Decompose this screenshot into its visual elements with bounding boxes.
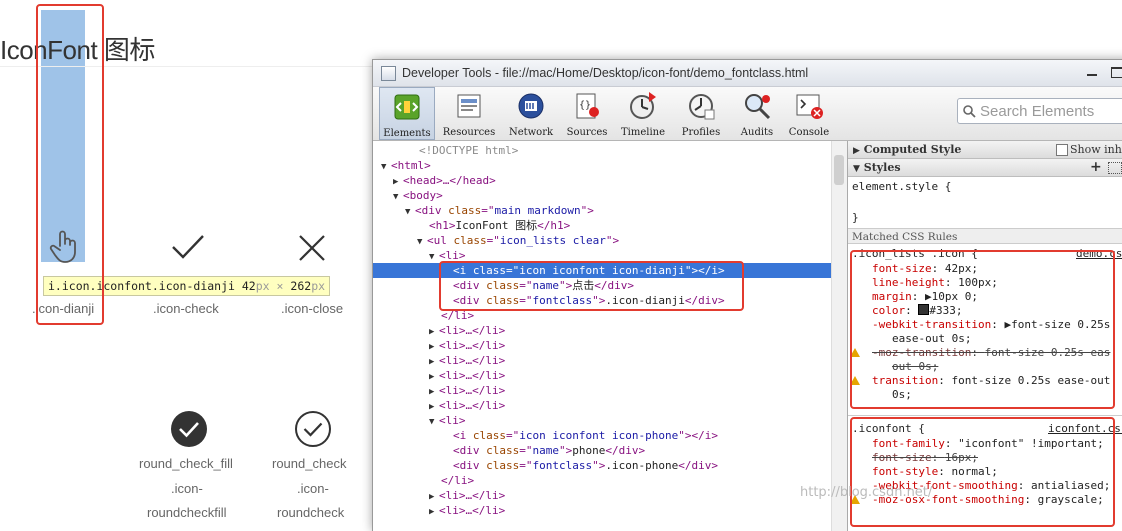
tree-row-li-collapsed[interactable]: ▶ <li>…</li> bbox=[373, 488, 831, 503]
devtools-window: Developer Tools - file://mac/Home/Deskto… bbox=[372, 59, 1122, 531]
tab-console[interactable]: Console bbox=[781, 87, 837, 140]
rule-close-brace: } bbox=[852, 211, 859, 224]
svg-text:{}: {} bbox=[579, 100, 591, 111]
search-icon bbox=[963, 105, 976, 118]
show-inherited-checkbox[interactable] bbox=[1056, 144, 1068, 156]
tab-elements[interactable]: Elements bbox=[379, 87, 435, 140]
tab-sources[interactable]: {} Sources bbox=[559, 87, 615, 140]
tree-row-li-collapsed[interactable]: ▶ <li>…</li> bbox=[373, 398, 831, 413]
icon-class-suffix: roundcheckfill bbox=[147, 505, 227, 520]
annotation-box-tree bbox=[439, 261, 744, 311]
add-rule-icon[interactable]: + bbox=[1090, 159, 1102, 176]
tree-row-li-close[interactable]: </li> bbox=[373, 473, 831, 488]
round-check-fill-icon[interactable] bbox=[170, 410, 208, 453]
tab-timeline[interactable]: Timeline bbox=[615, 87, 671, 140]
icon-label-round-check-fill: round_check_fill bbox=[139, 456, 233, 471]
resources-icon bbox=[457, 94, 481, 118]
tree-row-div-fontclass[interactable]: <div class="fontclass">.icon-phone</div> bbox=[373, 458, 831, 473]
toggle-state-icon[interactable] bbox=[1108, 162, 1122, 174]
minimize-button[interactable] bbox=[1082, 64, 1102, 80]
show-inherited-label: Show inhe bbox=[1070, 143, 1122, 156]
elements-icon bbox=[394, 94, 420, 120]
devtools-titlebar: Developer Tools - file://mac/Home/Deskto… bbox=[373, 60, 1122, 87]
tree-row-head[interactable]: ▶ <head>…</head> bbox=[373, 173, 831, 188]
dom-tree-scroll-thumb[interactable] bbox=[834, 155, 844, 185]
tree-row-doctype[interactable]: <!DOCTYPE html> bbox=[373, 143, 831, 158]
tree-row-i-phone[interactable]: <i class="icon iconfont icon-phone"></i> bbox=[373, 428, 831, 443]
tree-row-li-collapsed[interactable]: ▶ <li>…</li> bbox=[373, 338, 831, 353]
icon-class-suffix: roundcheck bbox=[277, 505, 345, 520]
annotation-box-rule1 bbox=[850, 250, 1115, 409]
annotation-box-rule2 bbox=[850, 417, 1115, 527]
audits-icon bbox=[745, 94, 771, 120]
icon-label-close: .icon-close bbox=[281, 301, 344, 316]
icon-label-round-check: round_check bbox=[272, 456, 347, 471]
search-input[interactable] bbox=[980, 102, 1122, 120]
icon-class-prefix: .icon- bbox=[297, 481, 329, 496]
profiles-icon bbox=[689, 94, 715, 120]
tab-profiles[interactable]: Profiles bbox=[673, 87, 729, 140]
app-icon bbox=[381, 66, 396, 81]
tree-row-li-collapsed[interactable]: ▶ <li>…</li> bbox=[373, 368, 831, 383]
network-icon bbox=[518, 93, 544, 119]
window-title: Developer Tools - file://mac/Home/Deskto… bbox=[402, 66, 809, 80]
element-style-rule[interactable]: element.style { bbox=[852, 180, 951, 194]
matched-css-rules-header: Matched CSS Rules bbox=[848, 228, 1122, 244]
tree-row-div-name[interactable]: <div class="name">phone</div> bbox=[373, 443, 831, 458]
tree-row-div-main[interactable]: ▼ <div class="main markdown"> bbox=[373, 203, 831, 218]
tree-row-body[interactable]: ▼ <body> bbox=[373, 188, 831, 203]
tab-network[interactable]: Network bbox=[503, 87, 559, 140]
dom-tree-panel: <!DOCTYPE html> ▼ <html> ▶ <head>…</head> … bbox=[373, 141, 831, 531]
computed-style-header[interactable]: ▶ Computed Style Show inhe bbox=[848, 141, 1122, 159]
console-icon bbox=[796, 94, 823, 119]
watermark-text: http://blog.csdn.net/ bbox=[800, 485, 933, 500]
close-icon[interactable] bbox=[297, 233, 327, 268]
round-check-icon[interactable] bbox=[294, 410, 332, 453]
rule-divider bbox=[848, 415, 1122, 416]
check-icon[interactable] bbox=[170, 233, 206, 266]
tree-row-h1[interactable]: <h1>IconFont 图标</h1> bbox=[373, 218, 831, 233]
timeline-icon bbox=[630, 92, 656, 119]
dom-tree-scrollbar[interactable] bbox=[831, 141, 847, 531]
annotation-box-left bbox=[36, 4, 104, 325]
tree-row-li-collapsed[interactable]: ▶ <li>…</li> bbox=[373, 353, 831, 368]
tree-row-li-collapsed[interactable]: ▶ <li>…</li> bbox=[373, 323, 831, 338]
tree-row-li-collapsed[interactable]: ▶ <li>…</li> bbox=[373, 503, 831, 518]
icon-label-check: .icon-check bbox=[153, 301, 219, 316]
tree-row-html[interactable]: ▼ <html> bbox=[373, 158, 831, 173]
icon-class-prefix: .icon- bbox=[171, 481, 203, 496]
tab-resources[interactable]: Resources bbox=[441, 87, 497, 140]
maximize-button[interactable] bbox=[1107, 64, 1122, 80]
sources-icon: {} bbox=[576, 93, 599, 119]
tree-row-ul[interactable]: ▼ <ul class="icon_lists clear"> bbox=[373, 233, 831, 248]
tree-row-li[interactable]: ▼ <li> bbox=[373, 413, 831, 428]
styles-header[interactable]: ▼ Styles + bbox=[848, 159, 1122, 177]
devtools-toolbar: Elements Resources Network {} Sources Ti… bbox=[373, 87, 1122, 141]
tree-row-li-collapsed[interactable]: ▶ <li>…</li> bbox=[373, 383, 831, 398]
search-elements-box[interactable] bbox=[957, 98, 1122, 124]
tab-audits[interactable]: Audits bbox=[729, 87, 785, 140]
